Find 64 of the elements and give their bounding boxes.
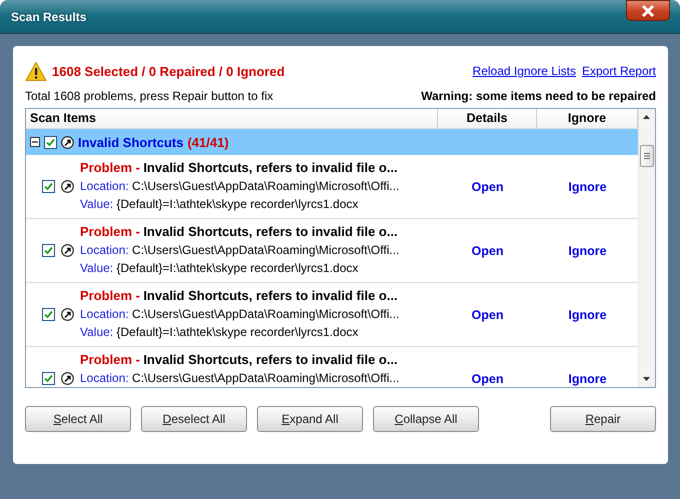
scrollbar[interactable]	[638, 109, 655, 387]
warning-text: Warning: some items need to be repaired	[421, 89, 656, 103]
location-path: C:\Users\Guest\AppData\Roaming\Microsoft\Offi...	[132, 371, 400, 385]
ignore-link[interactable]: Ignore	[568, 372, 607, 386]
column-header: Details	[438, 109, 537, 128]
location-path: C:\Users\Guest\AppData\Roaming\Microsoft\Offi...	[132, 243, 400, 257]
shortcut-icon	[61, 136, 74, 148]
open-link[interactable]: Open	[472, 244, 504, 258]
action-button[interactable]: Collapse All	[373, 406, 479, 432]
window-title: Scan Results	[11, 10, 86, 24]
problem-label: Problem -	[80, 224, 140, 239]
summary-text: Total 1608 problems, press Repair button to fix	[25, 89, 274, 103]
problem-text: Invalid Shortcuts, refers to invalid file o...	[143, 352, 398, 367]
checkbox[interactable]	[42, 180, 55, 193]
shortcut-icon	[61, 244, 74, 257]
value-text: {Default}=I:\athtek\skype recorder\lyrcs1.docx	[116, 261, 358, 275]
problem-label: Problem -	[80, 160, 140, 175]
value-text: {Default}=I:\athtek\skype recorder\lyrcs1.docx	[116, 197, 358, 211]
location-path: C:\Users\Guest\AppData\Roaming\Microsoft\Offi...	[132, 179, 400, 193]
close-button[interactable]	[626, 0, 670, 21]
location-label: Location:	[80, 179, 129, 193]
shortcut-icon	[61, 372, 74, 385]
link[interactable]: Reload Ignore Lists	[472, 64, 576, 78]
group-count: (41/41)	[187, 134, 229, 150]
warning-icon	[25, 60, 47, 82]
open-link[interactable]: Open	[472, 308, 504, 322]
location-label: Location:	[80, 307, 129, 321]
checkbox[interactable]	[42, 372, 55, 385]
scroll-down-icon	[643, 376, 650, 382]
ignore-link[interactable]: Ignore	[568, 180, 607, 194]
shortcut-icon	[61, 308, 74, 321]
value-label: Value:	[80, 325, 114, 339]
location-label: Location:	[80, 371, 129, 385]
scroll-up-icon	[643, 114, 650, 120]
location-label: Location:	[80, 243, 129, 257]
ignore-link[interactable]: Ignore	[568, 244, 607, 258]
value-text: {Default}=I:\athtek\skype recorder\lyrcs1.docx	[116, 325, 358, 339]
repair-button[interactable]: Repair	[550, 406, 656, 432]
group-name: Invalid Shortcuts	[78, 134, 184, 150]
action-button[interactable]: Expand All	[257, 406, 363, 432]
problem-label: Problem -	[80, 352, 140, 367]
problem-label: Problem -	[80, 288, 140, 303]
shortcut-icon	[61, 180, 74, 193]
problem-text: Invalid Shortcuts, refers to invalid file o...	[143, 288, 398, 303]
close-icon	[641, 4, 655, 18]
column-header: Scan Items	[26, 109, 438, 128]
problem-text: Invalid Shortcuts, refers to invalid file o...	[143, 160, 398, 175]
problem-text: Invalid Shortcuts, refers to invalid file o...	[143, 224, 398, 239]
checkbox[interactable]	[42, 308, 55, 321]
collapse-icon[interactable]	[30, 137, 40, 147]
checkbox[interactable]	[42, 244, 55, 257]
ignore-link[interactable]: Ignore	[568, 308, 607, 322]
action-button[interactable]: Select All	[25, 406, 131, 432]
value-label: Value:	[80, 261, 114, 275]
open-link[interactable]: Open	[472, 372, 504, 386]
checkbox[interactable]	[44, 136, 57, 148]
location-path: C:\Users\Guest\AppData\Roaming\Microsoft\Offi...	[132, 307, 400, 321]
group-row[interactable]: Invalid Shortcuts (41/41)	[26, 129, 638, 155]
value-label: Value:	[80, 197, 114, 211]
scroll-thumb[interactable]	[640, 145, 654, 167]
open-link[interactable]: Open	[472, 180, 504, 194]
action-button[interactable]: Deselect All	[141, 406, 247, 432]
status-text: 1608 Selected / 0 Repaired / 0 Ignored	[52, 64, 285, 78]
link[interactable]: Export Report	[582, 64, 656, 78]
